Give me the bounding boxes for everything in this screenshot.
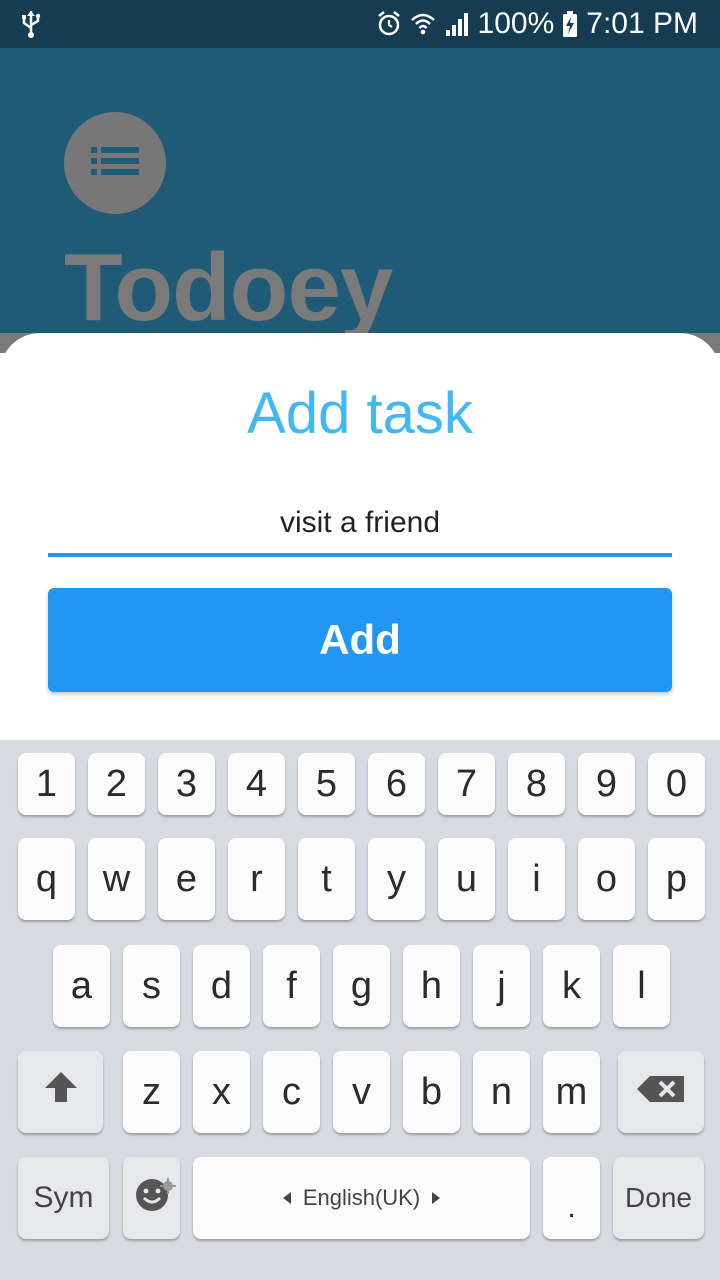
sym-key[interactable]: Sym xyxy=(18,1157,109,1239)
space-key-label: English(UK) xyxy=(302,1185,421,1210)
key-h[interactable]: h xyxy=(403,945,460,1027)
key-3[interactable]: 3 xyxy=(158,753,215,815)
wifi-icon xyxy=(410,10,436,38)
app-logo xyxy=(64,112,166,214)
key-a[interactable]: a xyxy=(53,945,110,1027)
key-6[interactable]: 6 xyxy=(368,753,425,815)
task-input[interactable] xyxy=(48,493,672,557)
key-e[interactable]: e xyxy=(158,838,215,920)
add-task-sheet: Add task Add xyxy=(0,333,720,753)
key-9[interactable]: 9 xyxy=(578,753,635,815)
key-0[interactable]: 0 xyxy=(648,753,705,815)
key-w[interactable]: w xyxy=(88,838,145,920)
done-key[interactable]: Done xyxy=(613,1157,704,1239)
key-i[interactable]: i xyxy=(508,838,565,920)
settings-gear-icon xyxy=(160,1161,176,1204)
backspace-key[interactable] xyxy=(618,1051,704,1133)
key-t[interactable]: t xyxy=(298,838,355,920)
chevron-right-icon xyxy=(432,1192,441,1204)
key-2[interactable]: 2 xyxy=(88,753,145,815)
space-key[interactable]: English(UK) xyxy=(193,1157,530,1239)
shift-key[interactable] xyxy=(18,1051,103,1133)
key-j[interactable]: j xyxy=(473,945,530,1027)
key-b[interactable]: b xyxy=(403,1051,460,1133)
battery-percentage: 100% xyxy=(477,7,555,40)
key-c[interactable]: c xyxy=(263,1051,320,1133)
key-n[interactable]: n xyxy=(473,1051,530,1133)
key-x[interactable]: x xyxy=(193,1051,250,1133)
sheet-title: Add task xyxy=(247,381,473,446)
key-d[interactable]: d xyxy=(193,945,250,1027)
key-s[interactable]: s xyxy=(123,945,180,1027)
key-p[interactable]: p xyxy=(648,838,705,920)
backspace-icon xyxy=(636,1071,686,1114)
alarm-icon xyxy=(376,10,402,38)
key-4[interactable]: 4 xyxy=(228,753,285,815)
key-o[interactable]: o xyxy=(578,838,635,920)
key-z[interactable]: z xyxy=(123,1051,180,1133)
key-r[interactable]: r xyxy=(228,838,285,920)
signal-icon xyxy=(444,11,470,37)
key-f[interactable]: f xyxy=(263,945,320,1027)
key-l[interactable]: l xyxy=(613,945,670,1027)
list-icon xyxy=(89,144,141,183)
app-header: Todoey xyxy=(0,48,720,348)
keyboard: 1 2 3 4 5 6 7 8 9 0 q w e r t y u i o p … xyxy=(0,740,720,1280)
period-key[interactable]: . xyxy=(543,1157,600,1239)
key-q[interactable]: q xyxy=(18,838,75,920)
emoji-key[interactable] xyxy=(123,1157,180,1239)
key-1[interactable]: 1 xyxy=(18,753,75,815)
key-5[interactable]: 5 xyxy=(298,753,355,815)
key-u[interactable]: u xyxy=(438,838,495,920)
key-8[interactable]: 8 xyxy=(508,753,565,815)
key-k[interactable]: k xyxy=(543,945,600,1027)
key-m[interactable]: m xyxy=(543,1051,600,1133)
key-7[interactable]: 7 xyxy=(438,753,495,815)
chevron-left-icon xyxy=(282,1192,291,1204)
clock: 7:01 PM xyxy=(586,7,698,40)
shift-icon xyxy=(43,1069,79,1115)
add-button[interactable]: Add xyxy=(48,588,672,692)
usb-icon xyxy=(20,9,42,39)
status-bar: 100% 7:01 PM xyxy=(0,0,720,48)
key-g[interactable]: g xyxy=(333,945,390,1027)
key-y[interactable]: y xyxy=(368,838,425,920)
key-v[interactable]: v xyxy=(333,1051,390,1133)
app-title: Todoey xyxy=(64,234,393,341)
battery-charging-icon xyxy=(562,10,578,38)
